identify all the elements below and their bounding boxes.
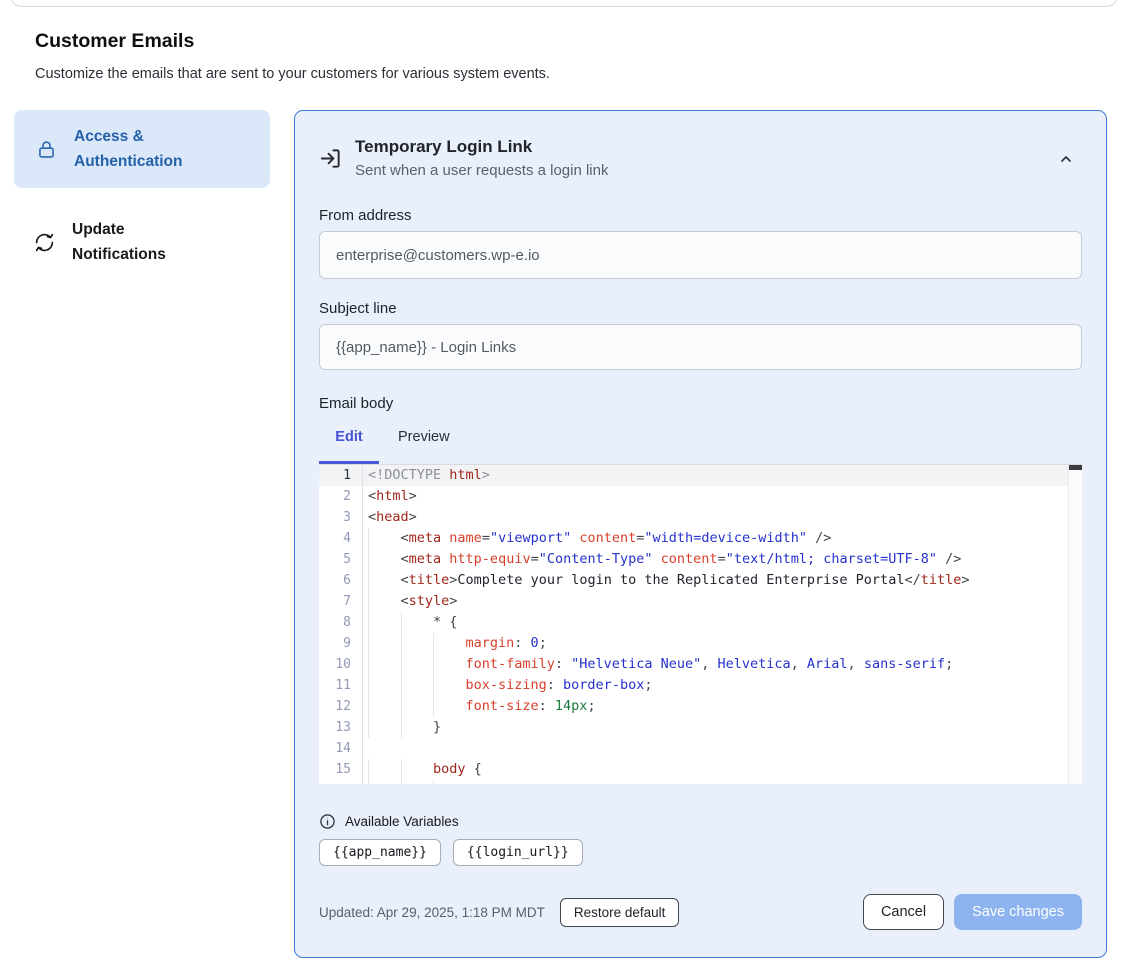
card-subtitle: Sent when a user requests a login link (355, 160, 608, 182)
code-line[interactable]: 16background-color: #f8f9fb; (319, 780, 1069, 784)
code-line[interactable]: 3<head> (319, 507, 1069, 528)
code-line[interactable]: 15body { (319, 759, 1069, 780)
line-number: 6 (319, 570, 363, 591)
code-line[interactable]: 1<!DOCTYPE html> (319, 465, 1069, 486)
code-editor[interactable]: 1<!DOCTYPE html>2<html>3<head>4<meta nam… (319, 464, 1082, 784)
updated-timestamp: Updated: Apr 29, 2025, 1:18 PM MDT (319, 905, 545, 920)
line-code: margin: 0; (363, 633, 1069, 654)
email-body-label: Email body (319, 395, 1082, 412)
line-number: 3 (319, 507, 363, 528)
available-variables-row: Available Variables (319, 813, 1082, 830)
line-number: 11 (319, 675, 363, 696)
line-code: background-color: #f8f9fb; (363, 780, 1069, 784)
collapse-card-button[interactable] (1054, 147, 1078, 171)
line-code: box-sizing: border-box; (363, 675, 1069, 696)
line-number: 2 (319, 486, 363, 507)
line-code: <style> (363, 591, 1069, 612)
code-line[interactable]: 11box-sizing: border-box; (319, 675, 1069, 696)
code-line[interactable]: 5<meta http-equiv="Content-Type" content… (319, 549, 1069, 570)
line-number: 1 (319, 465, 363, 486)
line-number: 14 (319, 738, 363, 759)
line-code (363, 738, 1069, 759)
from-address-label: From address (319, 207, 1082, 224)
line-number: 15 (319, 759, 363, 780)
available-variables-label: Available Variables (345, 814, 459, 829)
code-line[interactable]: 13} (319, 717, 1069, 738)
variable-chip[interactable]: {{app_name}} (319, 839, 441, 866)
code-line[interactable]: 4<meta name="viewport" content="width=de… (319, 528, 1069, 549)
line-code: * { (363, 612, 1069, 633)
page-title: Customer Emails (35, 30, 194, 53)
save-changes-button[interactable]: Save changes (954, 894, 1082, 930)
subject-line-label: Subject line (319, 300, 1082, 317)
variable-chips: {{app_name}} {{login_url}} (319, 839, 1082, 866)
lock-icon (36, 139, 57, 160)
line-number: 5 (319, 549, 363, 570)
editor-scrollbar[interactable] (1068, 465, 1082, 784)
tab-preview[interactable]: Preview (398, 422, 450, 464)
line-number: 4 (319, 528, 363, 549)
restore-default-button[interactable]: Restore default (560, 898, 680, 927)
info-icon[interactable] (319, 813, 336, 830)
sidebar-item-label: Access & Authentication (74, 124, 214, 174)
chevron-up-icon (1058, 151, 1074, 167)
line-number: 16 (319, 780, 363, 784)
card-title: Temporary Login Link (355, 135, 608, 158)
line-code: font-family: "Helvetica Neue", Helvetica… (363, 654, 1069, 675)
code-line[interactable]: 9margin: 0; (319, 633, 1069, 654)
line-code: } (363, 717, 1069, 738)
email-types-sidebar: Access & Authentication Update Notificat… (14, 110, 270, 279)
email-body-tabs: Edit Preview (319, 422, 1082, 464)
line-number: 7 (319, 591, 363, 612)
code-line[interactable]: 14 (319, 738, 1069, 759)
cancel-button[interactable]: Cancel (863, 894, 944, 930)
from-address-input[interactable] (319, 231, 1082, 279)
sidebar-item-access-authentication[interactable]: Access & Authentication (14, 110, 270, 188)
line-code: <head> (363, 507, 1069, 528)
page-subtitle: Customize the emails that are sent to yo… (35, 66, 550, 82)
line-number: 12 (319, 696, 363, 717)
line-code: body { (363, 759, 1069, 780)
line-code: <title>Complete your login to the Replic… (363, 570, 1069, 591)
code-line[interactable]: 10font-family: "Helvetica Neue", Helveti… (319, 654, 1069, 675)
editor-scrollbar-thumb[interactable] (1069, 465, 1082, 470)
variable-chip[interactable]: {{login_url}} (453, 839, 583, 866)
line-code: <!DOCTYPE html> (363, 465, 1069, 486)
refresh-icon (34, 232, 55, 253)
code-line[interactable]: 2<html> (319, 486, 1069, 507)
line-number: 13 (319, 717, 363, 738)
code-line[interactable]: 6<title>Complete your login to the Repli… (319, 570, 1069, 591)
login-icon (319, 147, 342, 170)
cut-off-container-above (10, 0, 1118, 7)
line-code: <meta name="viewport" content="width=dev… (363, 528, 1069, 549)
temporary-login-link-card: Temporary Login Link Sent when a user re… (294, 110, 1107, 958)
line-code: font-size: 14px; (363, 696, 1069, 717)
card-footer: Updated: Apr 29, 2025, 1:18 PM MDT Resto… (319, 894, 1082, 930)
tab-edit[interactable]: Edit (319, 422, 379, 464)
code-line[interactable]: 7<style> (319, 591, 1069, 612)
sidebar-item-label: Update Notifications (72, 217, 212, 267)
line-number: 8 (319, 612, 363, 633)
sidebar-item-update-notifications[interactable]: Update Notifications (14, 205, 270, 279)
code-editor-rows: 1<!DOCTYPE html>2<html>3<head>4<meta nam… (319, 465, 1069, 784)
code-line[interactable]: 8* { (319, 612, 1069, 633)
line-code: <meta http-equiv="Content-Type" content=… (363, 549, 1069, 570)
line-number: 10 (319, 654, 363, 675)
line-number: 9 (319, 633, 363, 654)
line-code: <html> (363, 486, 1069, 507)
subject-line-input[interactable] (319, 324, 1082, 370)
card-header: Temporary Login Link Sent when a user re… (319, 135, 1082, 182)
code-line[interactable]: 12font-size: 14px; (319, 696, 1069, 717)
